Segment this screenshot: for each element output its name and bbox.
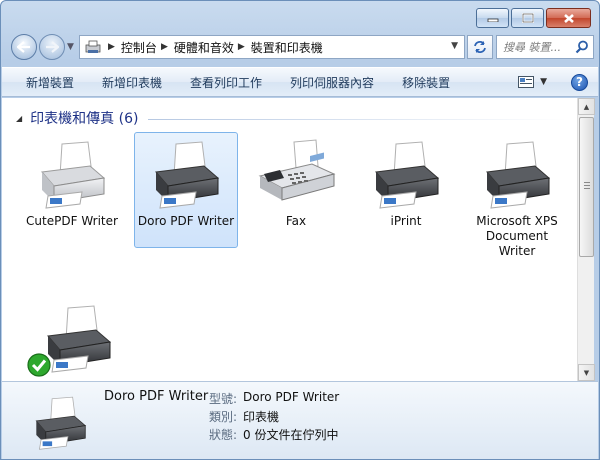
add-printer-button[interactable]: 新增印表機 — [88, 69, 176, 95]
device-label: CutePDF Writer — [26, 214, 118, 228]
selected-printer-icon — [35, 396, 87, 450]
details-key: 類別: — [209, 410, 238, 424]
minimize-button[interactable] — [476, 8, 509, 28]
details-key: 型號: — [209, 392, 238, 406]
breadcrumb-hardware-and-sound[interactable]: 硬體和音效 — [174, 39, 234, 56]
device-cutepdf-writer[interactable]: CutePDF Writer — [20, 138, 124, 229]
device-label: Doro PDF Writer — [137, 214, 235, 228]
details-value: Doro PDF Writer — [243, 390, 340, 404]
details-key: 狀態: — [209, 428, 238, 442]
search-icon[interactable] — [575, 40, 589, 54]
printer-icon — [41, 141, 106, 209]
breadcrumb-separator-icon[interactable]: ▶ — [161, 42, 168, 52]
forward-arrow-icon — [46, 41, 59, 53]
printer-icon — [375, 141, 440, 209]
vertical-scrollbar[interactable]: ▲ ▼ — [577, 98, 595, 381]
view-dropdown-icon: ▼ — [540, 77, 547, 87]
device-label: Microsoft XPS Document Writer — [476, 214, 558, 258]
scroll-up-button[interactable]: ▲ — [578, 98, 595, 115]
back-button[interactable] — [11, 34, 37, 60]
details-device-name: Doro PDF Writer — [104, 389, 209, 404]
refresh-icon — [474, 41, 486, 53]
maximize-button[interactable] — [511, 8, 544, 28]
device-iprint[interactable]: iPrint — [354, 138, 458, 229]
devices-content-pane: ◢ 印表機和傳真 (6) CutePDF Writer Doro PDF Wri… — [2, 98, 577, 381]
back-arrow-icon — [17, 41, 30, 53]
forward-button[interactable] — [39, 34, 65, 60]
search-box[interactable] — [496, 35, 594, 59]
recent-pages-dropdown-icon[interactable]: ▼ — [67, 42, 74, 52]
device-doro-pdf-writer[interactable]: Doro PDF Writer — [134, 132, 238, 248]
details-pane: Doro PDF Writer 型號: Doro PDF Writer 類別: … — [2, 381, 598, 459]
devices-and-printers-window: ▼ ▶ 控制台 ▶ 硬體和音效 ▶ 裝置和印表機 ▼ 搜尋 裝置... 新增裝置… — [0, 0, 600, 460]
scrollbar-thumb[interactable] — [579, 117, 594, 257]
details-model-row: 型號: Doro PDF Writer — [209, 390, 339, 407]
change-view-button[interactable]: ▼ — [518, 76, 547, 88]
device-label: Fax — [285, 214, 307, 228]
breadcrumb-control-panel[interactable]: 控制台 — [121, 39, 157, 56]
refresh-button[interactable] — [467, 35, 493, 59]
default-printer-checkmark-icon — [27, 353, 51, 377]
fax-icon — [258, 139, 336, 201]
details-value: 印表機 — [243, 410, 280, 424]
remove-device-button[interactable]: 移除裝置 — [388, 69, 464, 95]
breadcrumb-devices-and-printers[interactable]: 裝置和印表機 — [251, 39, 323, 56]
device-microsoft-xps-document-writer[interactable]: Microsoft XPS Document Writer — [464, 138, 570, 259]
group-title: 印表機和傳真 (6) — [30, 111, 139, 127]
breadcrumb: ▶ 控制台 ▶ 硬體和音效 ▶ 裝置和印表機 — [104, 39, 323, 56]
breadcrumb-separator-icon[interactable]: ▶ — [238, 42, 245, 52]
maximize-icon — [521, 13, 534, 23]
details-status-row: 狀態: 0 份文件在佇列中 — [209, 426, 338, 443]
caption-buttons — [474, 8, 591, 28]
search-input[interactable] — [503, 40, 577, 54]
see-print-jobs-button[interactable]: 查看列印工作 — [176, 69, 276, 95]
group-header-printers-and-faxes[interactable]: ◢ 印表機和傳真 (6) — [16, 108, 567, 128]
details-value: 0 份文件在佇列中 — [243, 428, 339, 442]
scroll-down-button[interactable]: ▼ — [578, 364, 595, 381]
breadcrumb-separator-icon: ▶ — [108, 42, 115, 52]
command-bar: 新增裝置 新增印表機 查看列印工作 列印伺服器內容 移除裝置 ▼ ? — [2, 67, 598, 97]
help-button[interactable]: ? — [571, 73, 588, 91]
device-fax[interactable]: Fax — [244, 138, 348, 229]
add-device-button[interactable]: 新增裝置 — [2, 69, 88, 95]
address-bar[interactable]: ▶ 控制台 ▶ 硬體和音效 ▶ 裝置和印表機 ▼ — [79, 35, 465, 59]
printer-icon — [155, 141, 220, 209]
collapse-triangle-icon[interactable]: ◢ — [16, 114, 22, 123]
navigation-row: ▼ ▶ 控制台 ▶ 硬體和音效 ▶ 裝置和印表機 ▼ — [9, 34, 594, 60]
print-server-properties-button[interactable]: 列印伺服器內容 — [276, 69, 388, 95]
group-divider — [148, 118, 567, 120]
scrollbar-grip — [584, 182, 590, 191]
device-default-printer[interactable] — [20, 302, 124, 381]
minimize-icon — [487, 18, 498, 22]
devices-folder-icon — [82, 36, 104, 58]
close-icon — [563, 13, 574, 23]
close-button[interactable] — [546, 8, 591, 28]
printer-icon — [486, 141, 551, 209]
view-icon — [518, 76, 535, 88]
command-bar-right: ▼ ? — [518, 73, 598, 91]
device-label: iPrint — [390, 214, 422, 228]
details-category-row: 類別: 印表機 — [209, 408, 279, 425]
address-history-dropdown-icon[interactable]: ▼ — [451, 41, 458, 51]
